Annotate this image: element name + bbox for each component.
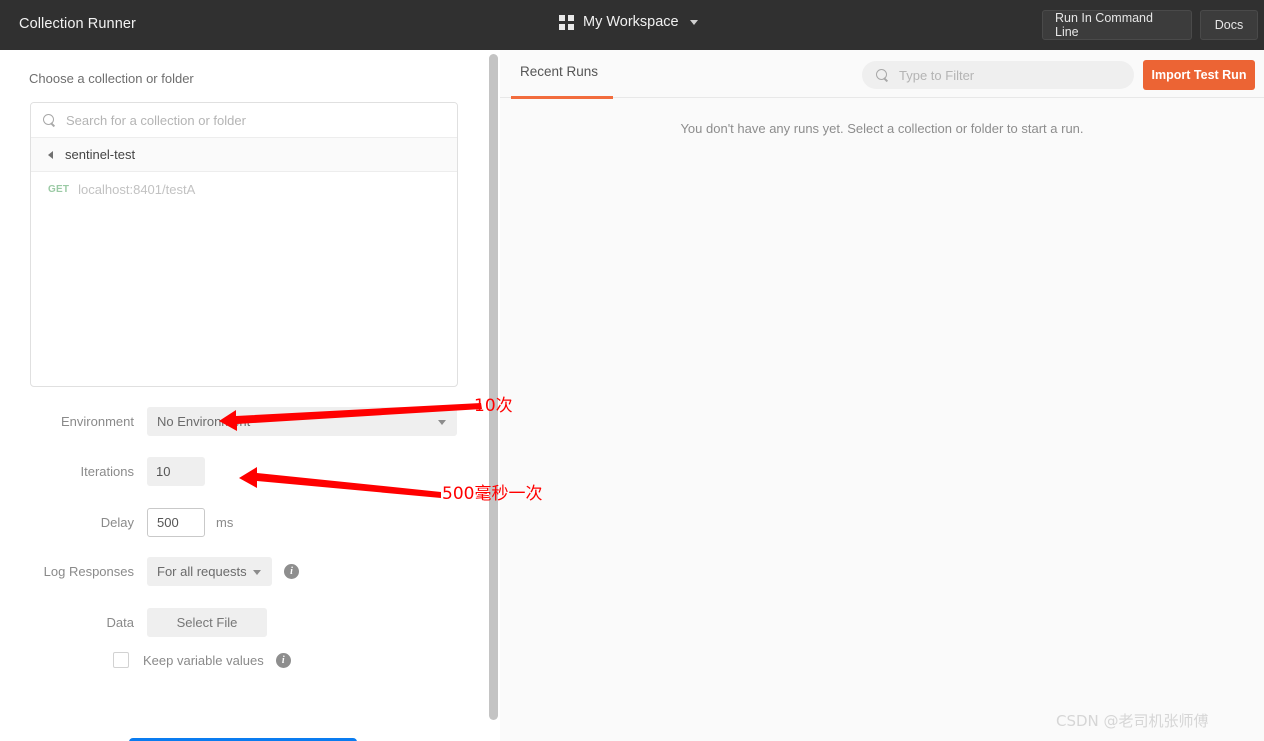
collection-runner-window: Collection Runner My Workspace Run In Co… bbox=[0, 0, 1264, 741]
import-test-run-button[interactable]: Import Test Run bbox=[1143, 60, 1255, 90]
keep-variable-values-row: Keep variable values i bbox=[29, 652, 291, 668]
request-method-label: GET bbox=[48, 183, 70, 195]
filter-search-box bbox=[862, 61, 1134, 89]
log-responses-label: Log Responses bbox=[43, 564, 134, 579]
delay-label: Delay bbox=[100, 515, 134, 530]
tab-active-indicator bbox=[511, 96, 613, 99]
delay-input[interactable] bbox=[147, 508, 205, 537]
environment-value: No Environment bbox=[157, 414, 251, 429]
collection-picker: sentinel-test GET localhost:8401/testA bbox=[30, 102, 458, 387]
data-row: Data Select File bbox=[29, 608, 267, 637]
data-label: Data bbox=[106, 615, 134, 630]
empty-state-message: You don't have any runs yet. Select a co… bbox=[680, 121, 1084, 136]
environment-label: Environment bbox=[61, 414, 134, 429]
keep-variable-values-label: Keep variable values bbox=[143, 652, 264, 668]
log-responses-row: Log Responses For all requests i bbox=[29, 557, 299, 586]
left-panel-scrollbar-thumb[interactable] bbox=[489, 54, 498, 720]
chevron-down-icon bbox=[689, 19, 698, 25]
chevron-down-icon bbox=[253, 570, 261, 575]
back-arrow-icon bbox=[48, 150, 53, 159]
choose-collection-label: Choose a collection or folder bbox=[29, 71, 194, 86]
info-icon[interactable]: i bbox=[275, 652, 291, 668]
page-title: Collection Runner bbox=[19, 16, 136, 32]
delay-unit-label: ms bbox=[216, 515, 234, 530]
top-bar: Collection Runner My Workspace Run In Co… bbox=[0, 0, 1264, 50]
iterations-label: Iterations bbox=[80, 464, 134, 479]
runner-config-panel: Choose a collection or folder sentinel-t… bbox=[0, 50, 490, 741]
recent-runs-panel: Recent Runs Import Test Run You don't ha… bbox=[500, 50, 1264, 741]
filter-input[interactable] bbox=[899, 67, 1120, 83]
select-file-button[interactable]: Select File bbox=[147, 608, 267, 637]
breadcrumb-label: sentinel-test bbox=[65, 147, 136, 162]
list-item[interactable]: GET localhost:8401/testA bbox=[31, 172, 457, 206]
workspace-label: My Workspace bbox=[583, 14, 679, 30]
search-icon bbox=[876, 68, 889, 82]
grid-icon bbox=[559, 14, 574, 30]
environment-select[interactable]: No Environment bbox=[147, 407, 457, 436]
delay-row: Delay ms bbox=[29, 508, 233, 537]
collection-search-input[interactable] bbox=[66, 112, 445, 128]
run-in-command-line-button[interactable]: Run In Command Line bbox=[1042, 10, 1192, 40]
tab-recent-runs[interactable]: Recent Runs bbox=[520, 64, 598, 93]
log-responses-value: For all requests bbox=[157, 564, 247, 579]
watermark: CSDN @老司机张师傅 bbox=[1056, 712, 1209, 730]
chevron-down-icon bbox=[438, 420, 446, 425]
iterations-row: Iterations bbox=[29, 457, 205, 486]
collection-breadcrumb[interactable]: sentinel-test bbox=[31, 138, 457, 172]
keep-variable-values-checkbox[interactable] bbox=[113, 652, 129, 668]
request-name-label: localhost:8401/testA bbox=[78, 181, 196, 197]
iterations-input[interactable] bbox=[147, 457, 205, 486]
workspace-selector[interactable]: My Workspace bbox=[559, 14, 698, 30]
info-icon[interactable]: i bbox=[284, 564, 299, 579]
environment-row: Environment No Environment bbox=[29, 407, 457, 436]
recent-runs-toolbar: Recent Runs Import Test Run bbox=[500, 50, 1264, 99]
docs-button[interactable]: Docs bbox=[1200, 10, 1258, 40]
collection-search-row bbox=[31, 103, 457, 138]
log-responses-select[interactable]: For all requests bbox=[147, 557, 272, 586]
search-icon bbox=[43, 113, 56, 127]
